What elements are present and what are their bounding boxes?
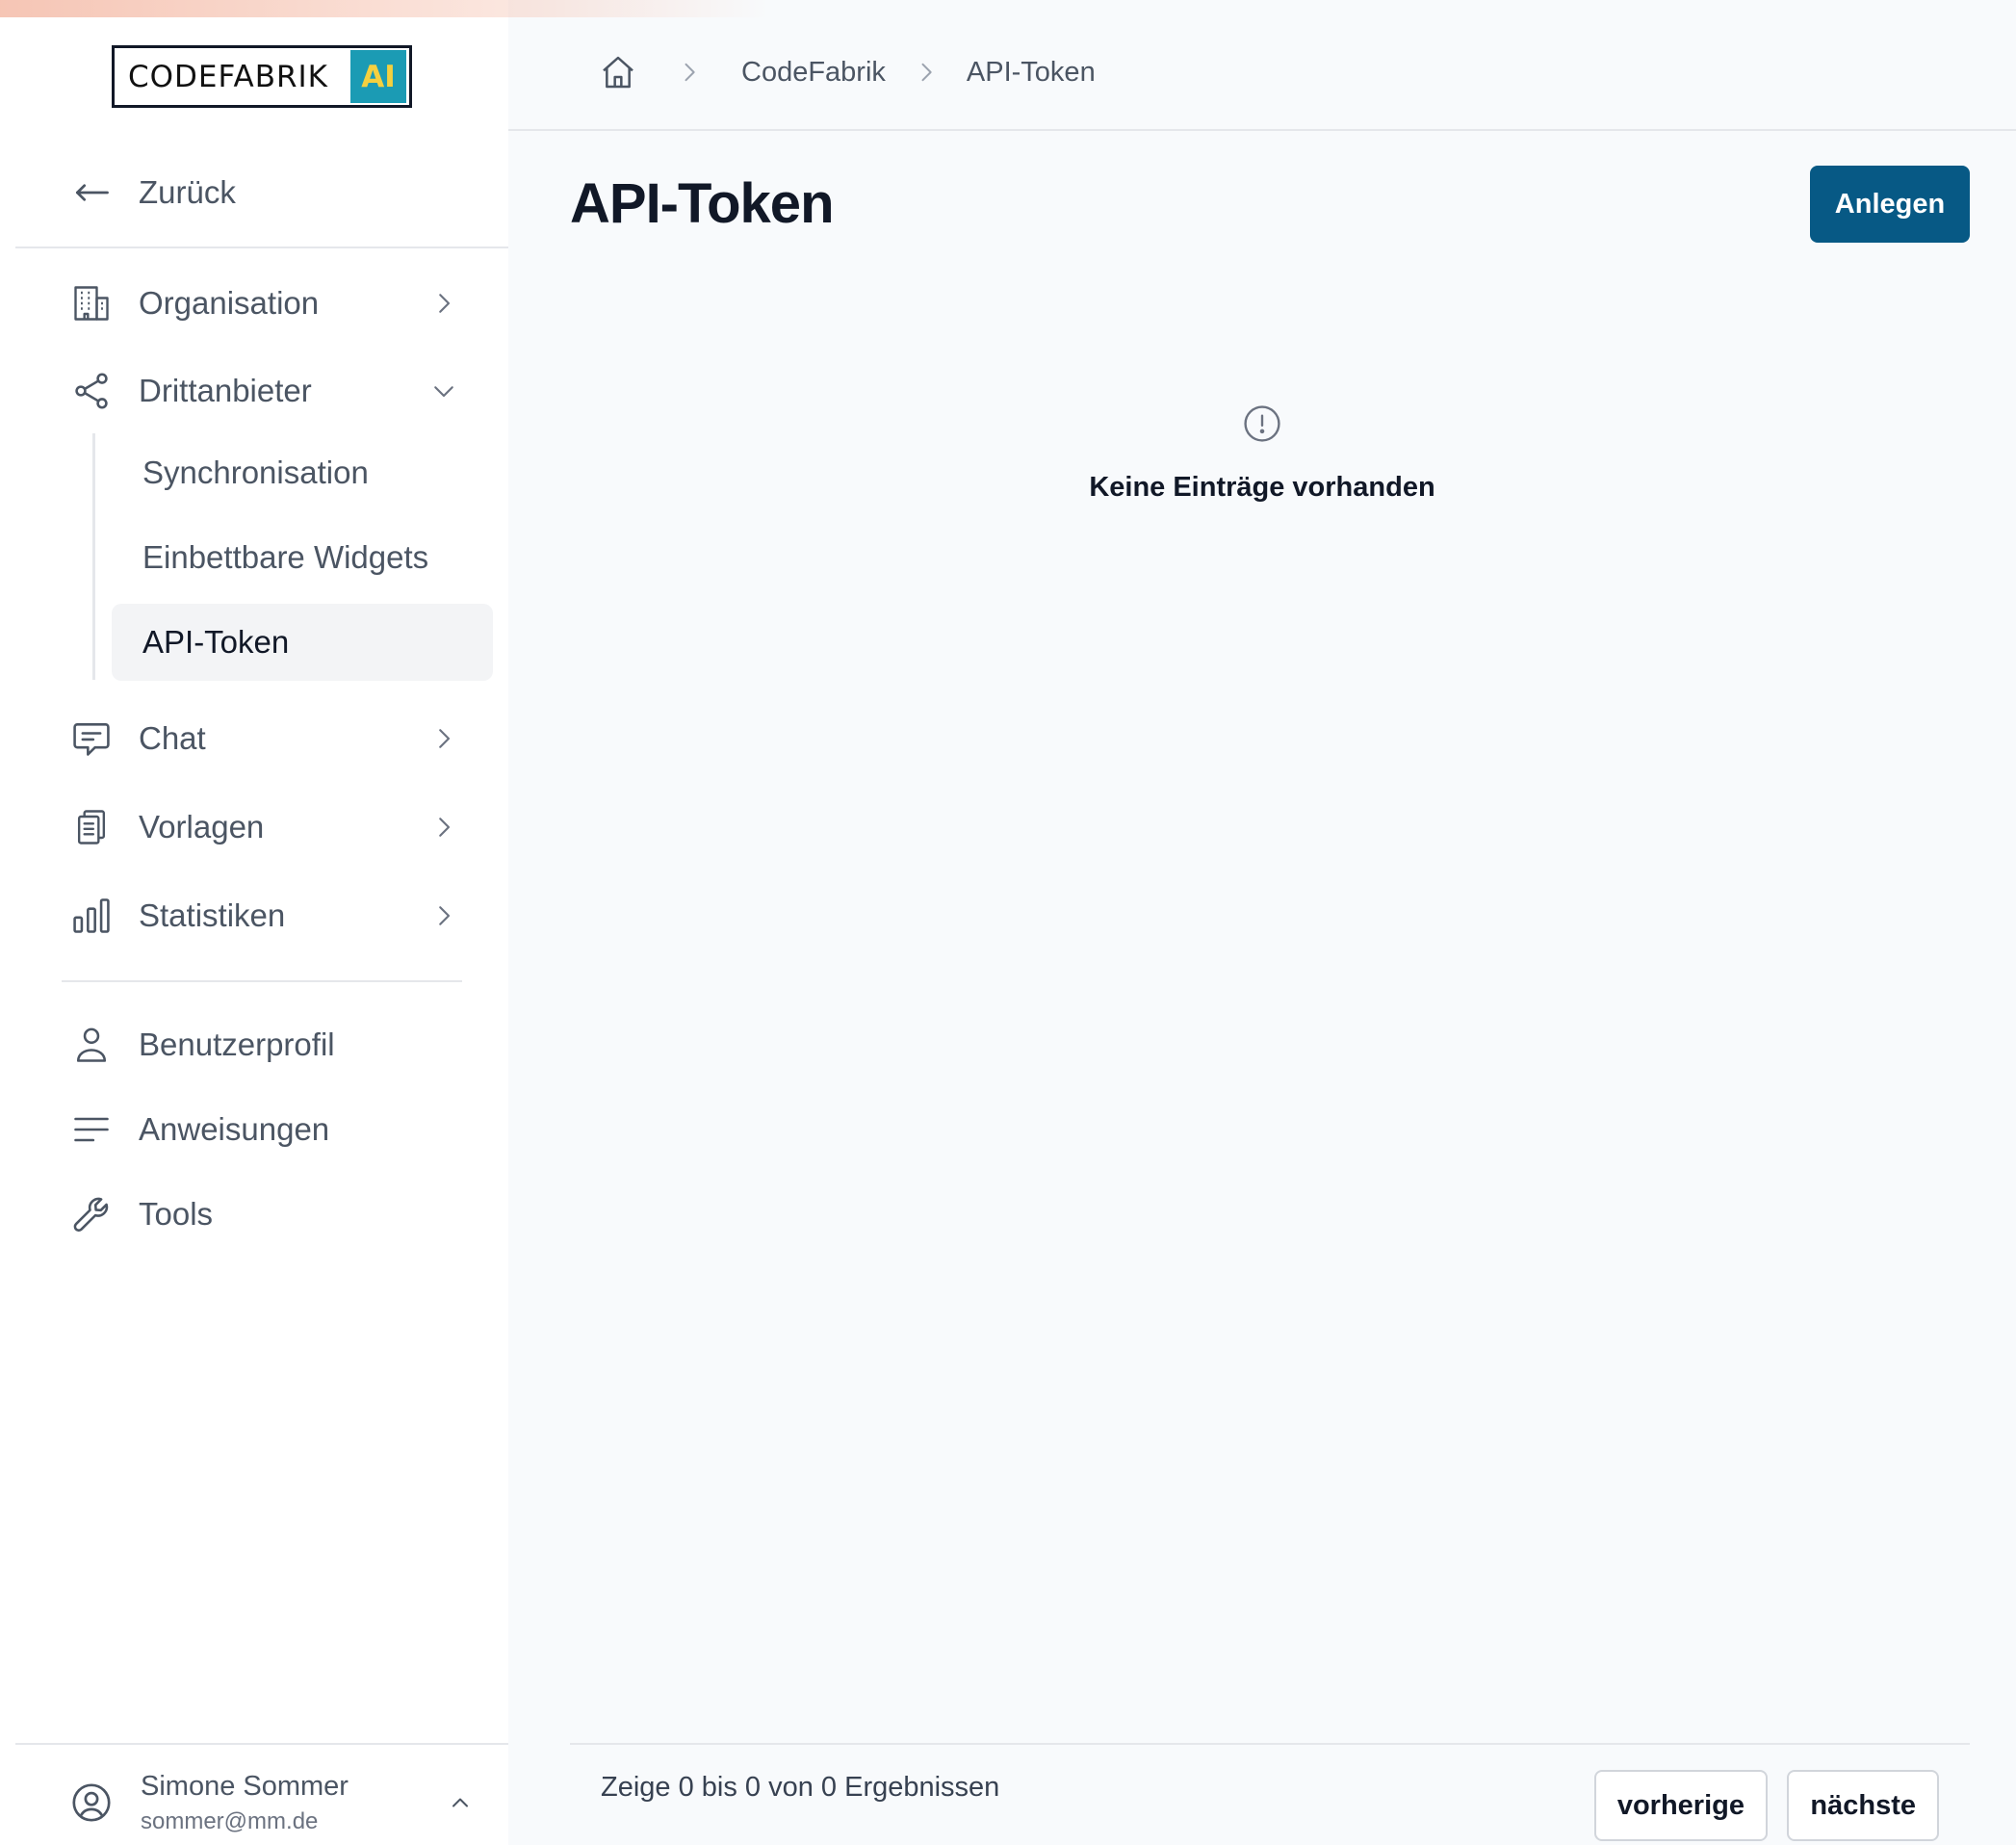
- chevron-right-icon: [670, 53, 709, 91]
- chevron-right-icon: [907, 53, 945, 91]
- back-label: Zurück: [139, 174, 236, 210]
- main-content: CodeFabrik API-Token API-Token Anlegen K…: [508, 0, 2016, 1845]
- top-glow: [0, 0, 770, 17]
- sidebar-item-drittanbieter[interactable]: Drittanbieter: [69, 362, 464, 420]
- back-link[interactable]: Zurück: [69, 164, 464, 221]
- sidebar-item-label: Tools: [139, 1196, 214, 1232]
- submenu-item-synchronisation[interactable]: Synchronisation: [112, 434, 493, 511]
- user-icon: [69, 1023, 114, 1067]
- next-button[interactable]: nächste: [1787, 1770, 1939, 1841]
- sidebar-item-label: Organisation: [139, 285, 320, 321]
- create-button[interactable]: Anlegen: [1810, 166, 1970, 243]
- logo-text: CODEFABRIK: [128, 59, 328, 94]
- previous-button[interactable]: vorherige: [1593, 1770, 1768, 1841]
- share-icon: [69, 369, 114, 413]
- user-email: sommer@mm.de: [141, 1807, 319, 1834]
- sidebar-item-label: Vorlagen: [139, 809, 265, 845]
- chat-icon: [69, 716, 114, 761]
- user-menu[interactable]: Simone Sommer sommer@mm.de: [69, 1764, 474, 1841]
- submenu-item-api-token[interactable]: API-Token: [112, 604, 493, 681]
- sidebar-item-anweisungen[interactable]: Anweisungen: [69, 1101, 464, 1158]
- sidebar-item-label: Statistiken: [139, 897, 286, 933]
- empty-state-text: Keine Einträge vorhanden: [1089, 472, 1435, 503]
- chevron-right-icon: [427, 722, 460, 755]
- chevron-right-icon: [427, 287, 460, 320]
- lines-icon: [69, 1107, 114, 1152]
- exclamation-circle-icon: [1241, 403, 1283, 445]
- sidebar-item-label: Drittanbieter: [139, 373, 312, 408]
- bar-chart-icon: [69, 894, 114, 938]
- sidebar-item-label: Chat: [139, 720, 206, 756]
- arrow-left-icon: [69, 170, 114, 215]
- sidebar-divider-top: [15, 247, 508, 248]
- chevron-down-icon: [427, 375, 460, 407]
- chevron-right-icon: [427, 899, 460, 932]
- logo[interactable]: CODEFABRIK AI: [112, 45, 412, 108]
- chevron-up-icon: [447, 1789, 474, 1816]
- sidebar: CODEFABRIK AI Zurück Organisation Dritta…: [0, 0, 508, 1845]
- page-title: API-Token: [570, 172, 834, 235]
- wrench-icon: [69, 1192, 114, 1236]
- breadcrumb-item-codefabrik[interactable]: CodeFabrik: [741, 57, 886, 89]
- footer-divider: [570, 1743, 1970, 1745]
- building-icon: [69, 281, 114, 325]
- empty-state: Keine Einträge vorhanden: [508, 403, 2016, 504]
- sidebar-item-organisation[interactable]: Organisation: [69, 274, 464, 332]
- sidebar-item-label: Anweisungen: [139, 1111, 330, 1147]
- sidebar-item-tools[interactable]: Tools: [69, 1185, 464, 1243]
- user-name: Simone Sommer: [141, 1770, 349, 1802]
- logo-badge: AI: [350, 50, 406, 103]
- user-circle-icon: [69, 1780, 114, 1825]
- user-meta: Simone Sommer sommer@mm.de: [141, 1771, 447, 1835]
- chevron-right-icon: [427, 811, 460, 844]
- sidebar-item-vorlagen[interactable]: Vorlagen: [69, 798, 464, 856]
- sidebar-item-label: Benutzerprofil: [139, 1026, 335, 1062]
- clipboard-icon: [69, 805, 114, 849]
- sidebar-item-benutzerprofil[interactable]: Benutzerprofil: [69, 1016, 464, 1074]
- submenu-item-widgets[interactable]: Einbettbare Widgets: [112, 519, 493, 596]
- sidebar-item-chat[interactable]: Chat: [69, 710, 464, 767]
- sidebar-divider-middle: [62, 980, 462, 982]
- breadcrumb-item-api-token[interactable]: API-Token: [967, 57, 1096, 89]
- sidebar-item-statistiken[interactable]: Statistiken: [69, 887, 464, 945]
- home-icon[interactable]: [599, 53, 637, 91]
- breadcrumb: CodeFabrik API-Token: [508, 15, 2016, 131]
- results-summary: Zeige 0 bis 0 von 0 Ergebnissen: [601, 1772, 1000, 1803]
- submenu-line: [92, 433, 95, 680]
- sidebar-divider-bottom: [15, 1743, 508, 1745]
